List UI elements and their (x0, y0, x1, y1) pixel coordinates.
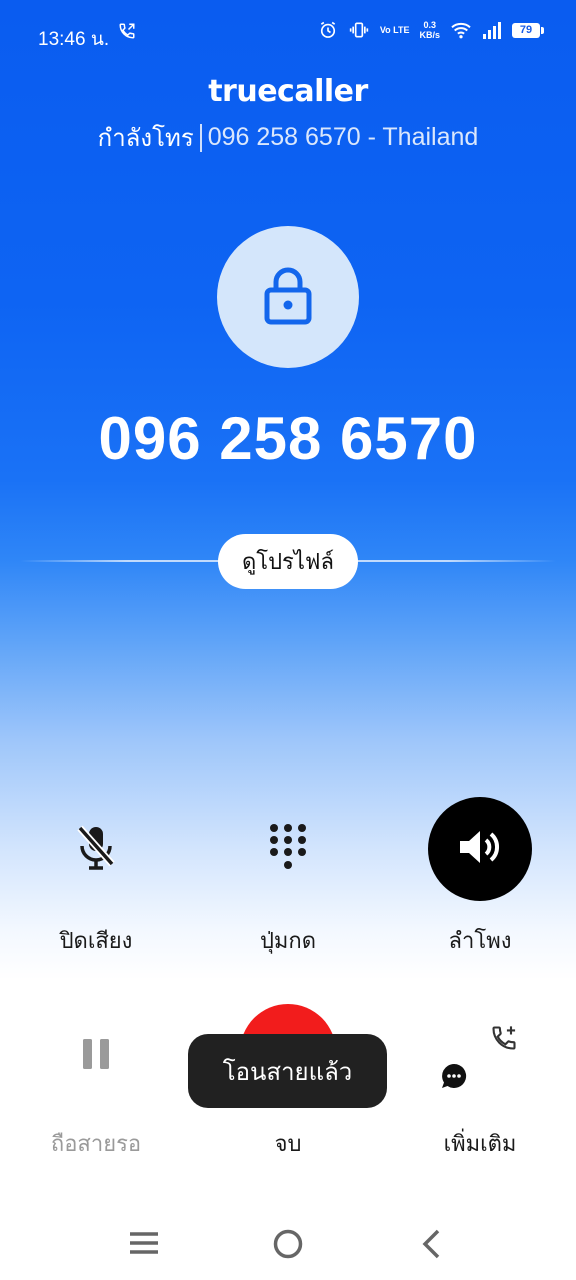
system-nav-bar (0, 1212, 576, 1280)
hold-button[interactable] (44, 1004, 148, 1108)
toast-message: โอนสายแล้ว (188, 1034, 387, 1108)
speaker-label: ลำโพง (448, 929, 512, 954)
signal-icon (482, 21, 502, 39)
status-time: 13:46 น. (38, 29, 110, 50)
message-icon (440, 1062, 468, 1094)
net-speed-unit: KB/s (419, 30, 440, 40)
lock-icon (263, 265, 313, 329)
mic-off-icon (76, 824, 116, 874)
hold-label: ถือสายรอ (50, 1132, 142, 1157)
view-profile-button[interactable]: ดูโปรไฟล์ (218, 534, 358, 589)
battery-indicator: 79 (512, 22, 544, 38)
net-speed-value: 0.3 (423, 20, 436, 30)
brand-logo: truecaller (208, 74, 368, 109)
net-speed: 0.3 KB/s (419, 20, 440, 40)
keypad-control[interactable]: ปุ่มกด (192, 797, 384, 958)
home-icon[interactable] (272, 1228, 304, 1264)
divider (199, 123, 202, 152)
add-call-icon (490, 1024, 518, 1056)
call-status: กำลังโทร (97, 124, 194, 152)
status-bar: 13:46 น. Vo LTE 0.3 KB/s 79 (0, 0, 576, 70)
mute-control[interactable]: ปิดเสียง (0, 797, 192, 958)
volte-indicator: Vo LTE (379, 25, 410, 35)
more-label: เพิ่มเติม (443, 1132, 517, 1157)
more-button[interactable] (428, 1004, 532, 1108)
speaker-icon (458, 827, 502, 871)
caller-phone-number: 096 258 6570 (98, 405, 478, 472)
call-forward-icon (118, 22, 136, 44)
dialpad-icon (268, 823, 308, 875)
speaker-control[interactable]: ลำโพง (384, 797, 576, 958)
hold-control[interactable]: ถือสายรอ (0, 1004, 192, 1161)
mute-button[interactable] (44, 797, 148, 901)
call-status-line: กำลังโทร 096 258 6570 - Thailand (0, 118, 576, 157)
menu-icon[interactable] (128, 1228, 160, 1262)
keypad-label: ปุ่มกด (259, 929, 317, 954)
caller-avatar (217, 226, 359, 368)
more-control[interactable]: เพิ่มเติม (384, 1004, 576, 1161)
alarm-icon (318, 20, 338, 40)
pause-icon (81, 1037, 111, 1075)
vibrate-icon (348, 20, 370, 40)
wifi-icon (450, 21, 472, 39)
mute-label: ปิดเสียง (59, 929, 133, 954)
end-call-label: จบ (274, 1132, 302, 1157)
keypad-button[interactable] (236, 797, 340, 901)
number-country: 096 258 6570 - Thailand (207, 123, 479, 151)
speaker-button[interactable] (428, 797, 532, 901)
back-icon[interactable] (418, 1228, 446, 1264)
